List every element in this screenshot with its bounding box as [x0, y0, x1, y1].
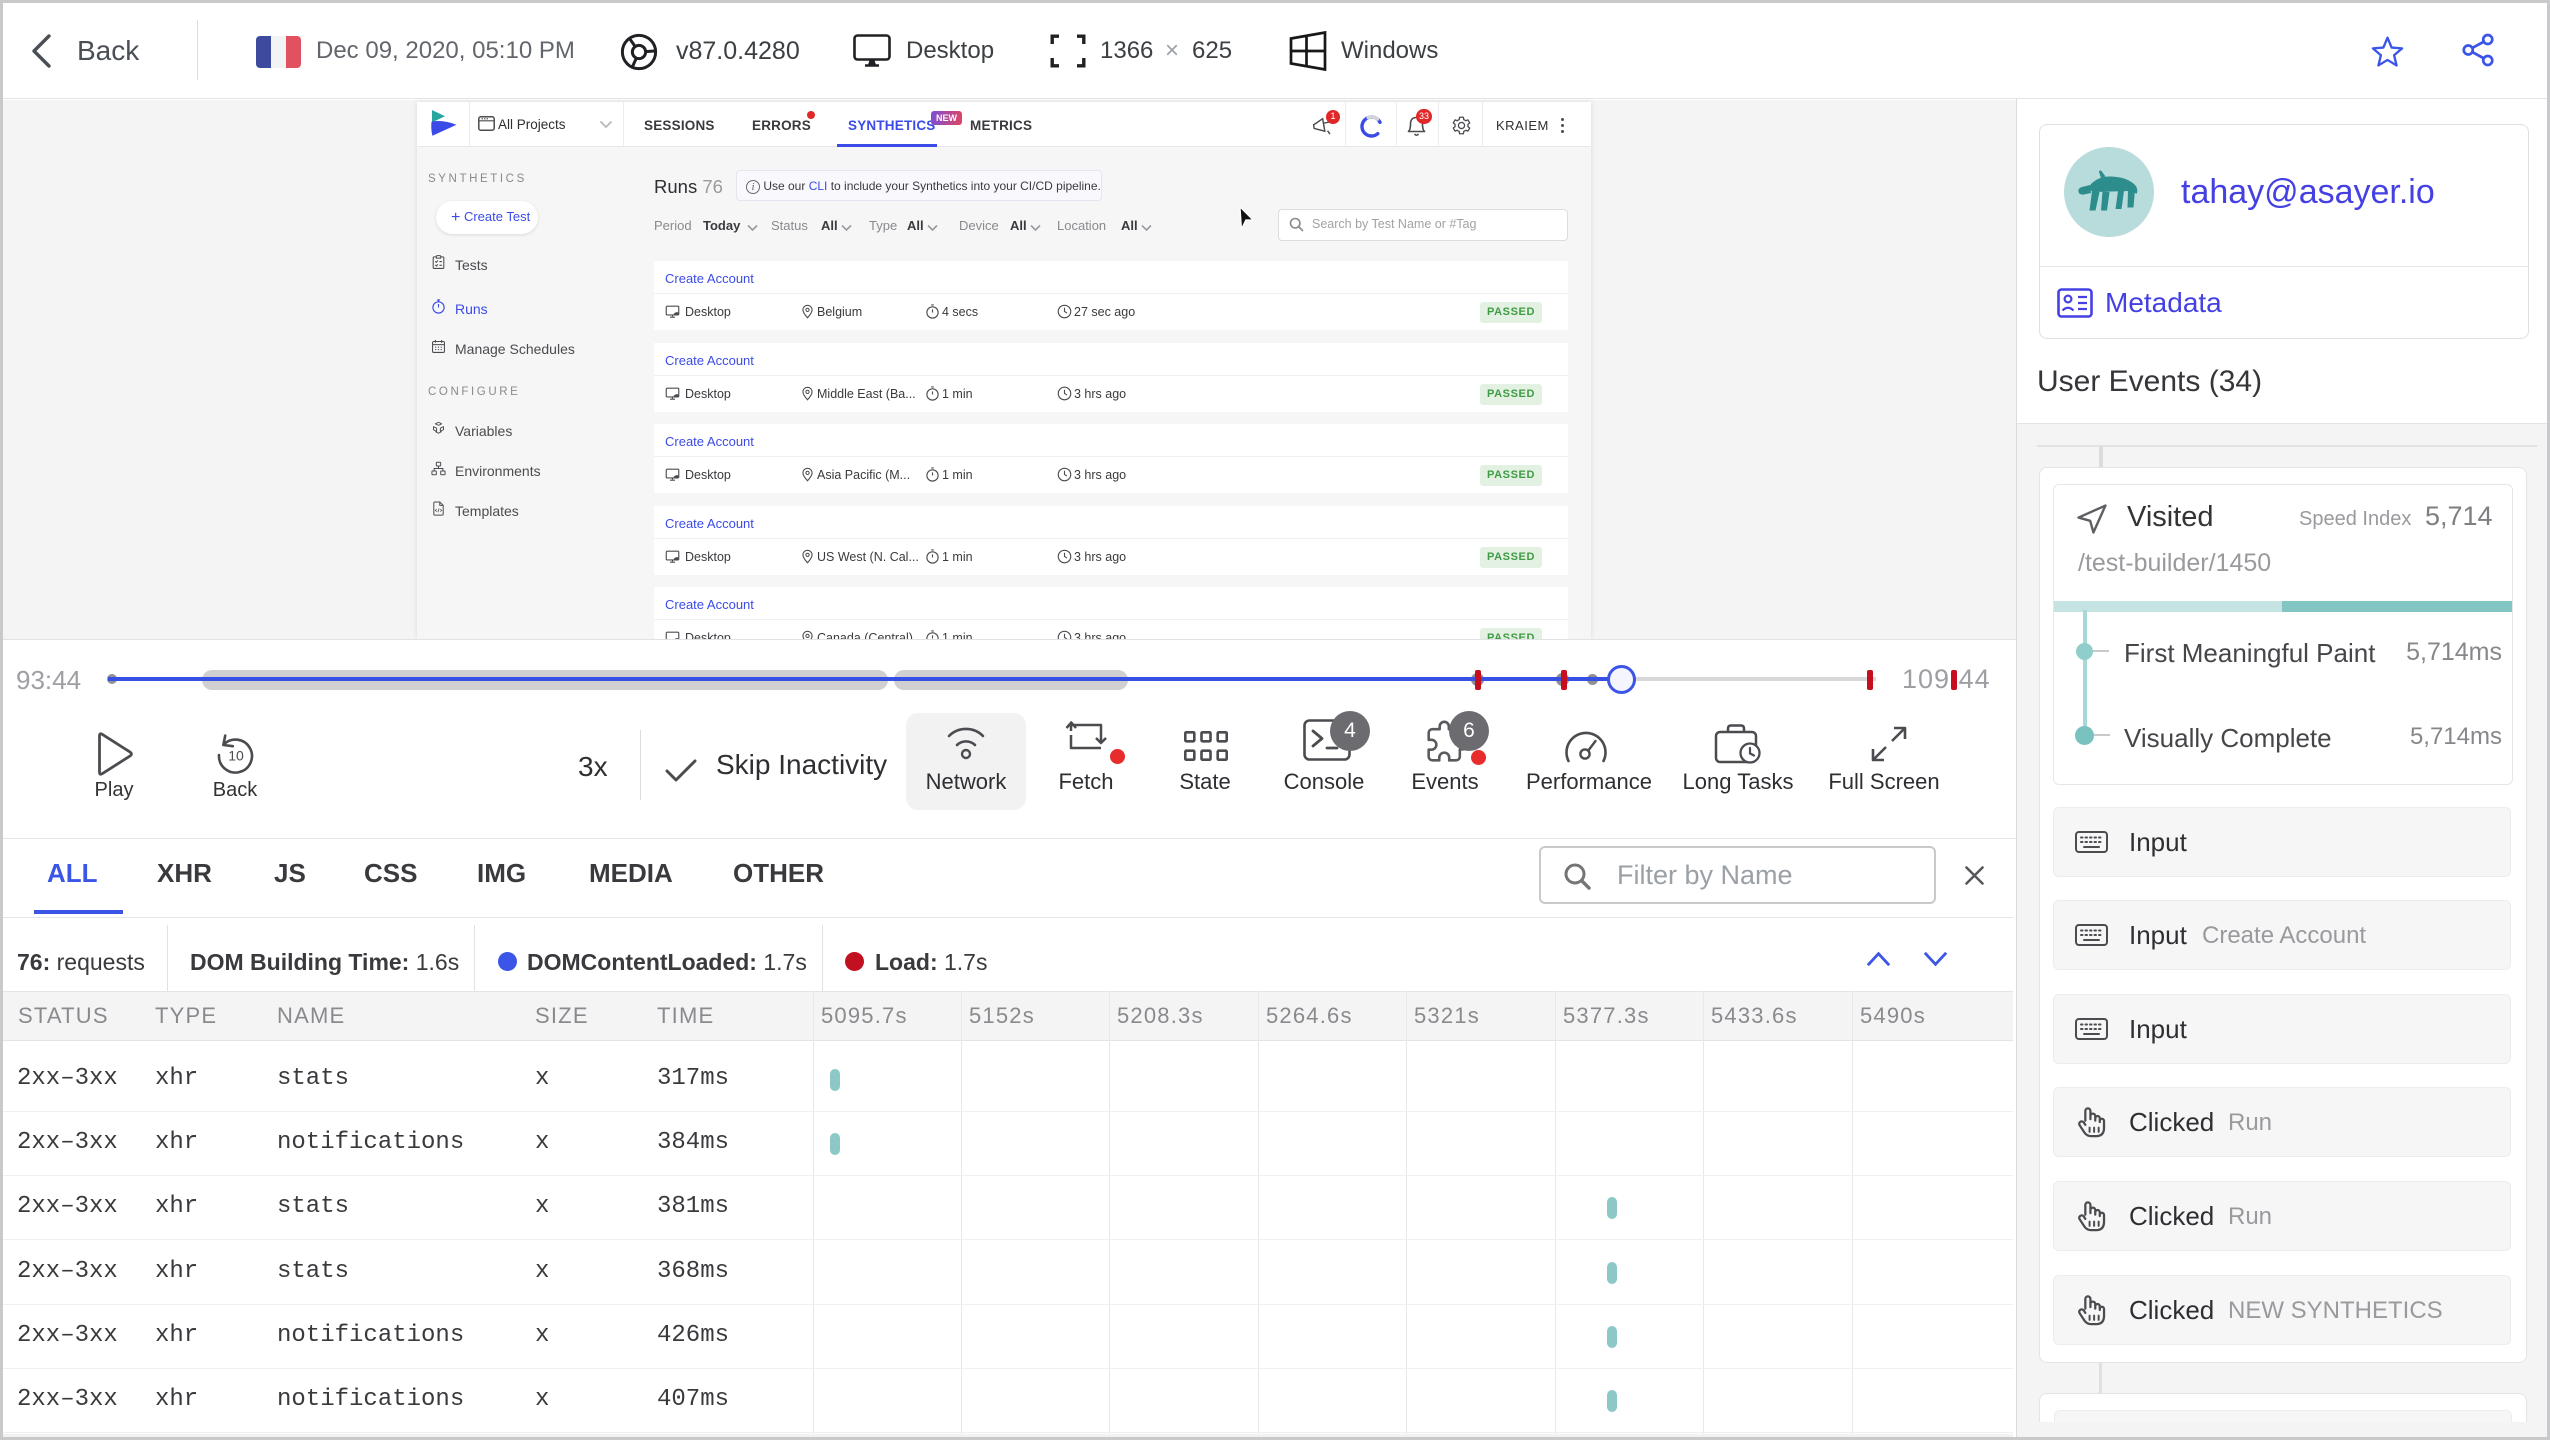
- svg-text:10: 10: [228, 748, 244, 764]
